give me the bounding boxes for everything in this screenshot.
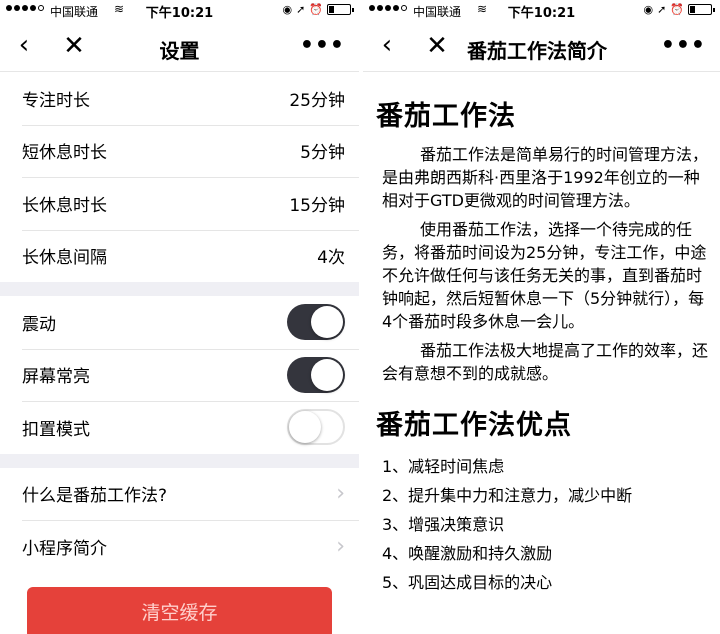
status-icons: ◉ ➚ ⏰ [282, 3, 354, 16]
setting-value: 25分钟 [289, 90, 345, 111]
battery-icon [688, 4, 715, 15]
paragraph: 番茄工作法是简单易行的时间管理方法，是由弗朗西斯科·西里洛于1992年创立的一种… [382, 145, 709, 210]
section-divider [0, 282, 359, 296]
list-item: 4、唤醒激励和持久激励 [382, 544, 553, 563]
paragraph: 使用番茄工作法，选择一个待完成的任务，将番茄时间设为25分钟，专注工作，中途不允… [382, 220, 707, 331]
advantages-list: 1、减轻时间焦虑 2、提升集中力和注意力，减少中断 3、增强决策意识 4、唤醒激… [376, 452, 708, 597]
location-icon: ➚ [296, 3, 306, 16]
setting-value: 5分钟 [300, 143, 345, 164]
orientation-lock-icon: ◉ [643, 3, 654, 16]
setting-label: 短休息时长 [22, 143, 107, 164]
intro-screen: 中国联通 ≋ 下午10:21 ◉ ➚ ⏰ ‹ ✕ 番茄工作法简介 ••• 番茄工… [363, 0, 720, 634]
link-label: 什么是番茄工作法? [22, 486, 168, 507]
setting-label: 长休息间隔 [22, 248, 107, 269]
section-heading: 番茄工作法 [376, 101, 516, 132]
info-links-group: 什么是番茄工作法? › 小程序简介 › [0, 467, 359, 573]
location-icon: ➚ [657, 3, 667, 16]
chevron-right-icon: › [336, 533, 345, 559]
screen-on-toggle[interactable] [287, 356, 345, 393]
setting-value: 4次 [317, 248, 345, 269]
setting-value: 15分钟 [289, 195, 345, 216]
setting-short-break-duration[interactable]: 短休息时长 5分钟 [0, 124, 359, 178]
setting-long-break-duration[interactable]: 长休息时长 15分钟 [0, 177, 359, 230]
alarm-icon: ⏰ [670, 3, 684, 16]
toggle-settings-group: 震动 屏幕常亮 扣置模式 [0, 296, 359, 454]
face-down-mode-toggle[interactable] [287, 409, 345, 446]
section-heading: 番茄工作法优点 [376, 410, 572, 441]
setting-focus-duration[interactable]: 专注时长 25分钟 [0, 72, 359, 125]
setting-label: 长休息时长 [22, 195, 107, 216]
more-options-icon[interactable]: ••• [300, 33, 345, 58]
setting-screen-on: 屏幕常亮 [0, 348, 359, 402]
list-item: 3、增强决策意识 [382, 515, 505, 534]
setting-long-break-interval[interactable]: 长休息间隔 4次 [0, 229, 359, 283]
settings-navbar: ‹ ✕ 设置 ••• [0, 22, 359, 72]
paragraph: 番茄工作法极大地提高了工作的效率，还会有意想不到的成就感。 [382, 341, 709, 383]
more-options-icon[interactable]: ••• [661, 33, 706, 58]
list-item: 1、减轻时间焦虑 [382, 457, 505, 476]
link-what-is-pomodoro[interactable]: 什么是番茄工作法? › [0, 468, 359, 521]
link-label: 小程序简介 [22, 538, 107, 559]
article-body: 番茄工作法 番茄工作法是简单易行的时间管理方法，是由弗朗西斯科·西里洛于1992… [363, 94, 720, 597]
link-app-intro[interactable]: 小程序简介 › [0, 520, 359, 573]
setting-label: 震动 [22, 314, 56, 335]
settings-screen: 中国联通 ≋ 下午10:21 ◉ ➚ ⏰ ‹ ✕ 设置 ••• 专注时长 25分… [0, 0, 359, 634]
close-icon[interactable]: ✕ [423, 31, 451, 61]
list-item: 2、提升集中力和注意力，减少中断 [382, 486, 633, 505]
list-item: 5、巩固达成目标的决心 [382, 573, 553, 592]
section-divider [0, 453, 359, 468]
vibration-toggle[interactable] [287, 304, 345, 341]
clear-cache-area: 清空缓存 [0, 573, 359, 634]
orientation-lock-icon: ◉ [282, 3, 293, 16]
setting-label: 屏幕常亮 [22, 367, 90, 388]
intro-navbar: ‹ ✕ 番茄工作法简介 ••• [363, 22, 720, 72]
setting-label: 扣置模式 [22, 419, 90, 440]
setting-label: 专注时长 [22, 90, 90, 111]
back-icon[interactable]: ‹ [375, 30, 399, 60]
status-bar: 中国联通 ≋ 下午10:21 ◉ ➚ ⏰ [363, 0, 720, 22]
clear-cache-button[interactable]: 清空缓存 [27, 586, 332, 634]
battery-icon [327, 4, 354, 15]
duration-settings-group: 专注时长 25分钟 短休息时长 5分钟 长休息时长 15分钟 长休息间隔 4次 [0, 72, 359, 282]
setting-vibration: 震动 [0, 296, 359, 349]
page-title: 番茄工作法简介 [467, 39, 607, 63]
status-icons: ◉ ➚ ⏰ [643, 3, 715, 16]
chevron-right-icon: › [336, 481, 345, 507]
status-bar: 中国联通 ≋ 下午10:21 ◉ ➚ ⏰ [0, 0, 359, 22]
setting-face-down-mode: 扣置模式 [0, 401, 359, 454]
alarm-icon: ⏰ [309, 3, 323, 16]
